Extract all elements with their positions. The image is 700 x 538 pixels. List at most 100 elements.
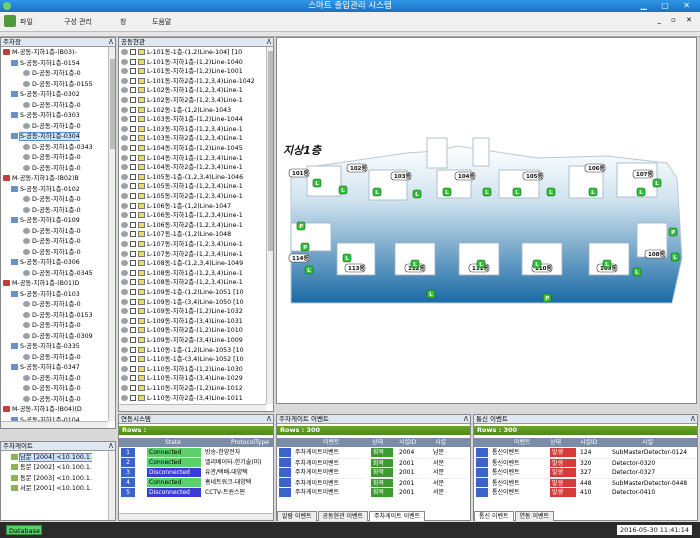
tree-row[interactable]: D-공동-지하1층-0 <box>1 395 81 405</box>
checkbox-icon[interactable] <box>130 269 136 276</box>
menu-help[interactable]: 도움말 <box>152 17 171 27</box>
tree-row[interactable]: D-공동-지하1층-0 <box>1 164 81 174</box>
linkage-row-number[interactable]: 5 <box>121 488 135 497</box>
common-hscrollbar[interactable] <box>119 404 266 411</box>
checkbox-icon[interactable] <box>130 49 136 55</box>
checkbox-icon[interactable] <box>130 308 136 315</box>
common-entrance-row[interactable]: L-110동-1층-(1,2)Line-1053 [10 <box>119 346 244 356</box>
checkbox-icon[interactable] <box>130 241 136 247</box>
tree-row[interactable]: D-공동-지하1층-0 <box>1 227 81 237</box>
common-entrance-row[interactable]: L-110동-지하2층-(1,2)Line-1012 <box>119 384 243 394</box>
event-tab[interactable]: 연동 이벤트 <box>514 511 555 521</box>
checkbox-icon[interactable] <box>130 135 136 142</box>
mdi-controls[interactable]: _ ▫ ✕ <box>657 16 696 24</box>
common-entrance-row[interactable]: L-101동-지하1층-(1,2)Line-1040 <box>119 58 243 68</box>
linkage-row-number[interactable]: 4 <box>121 478 135 487</box>
checkbox-icon[interactable] <box>130 221 136 228</box>
checkbox-icon[interactable] <box>130 365 136 372</box>
checkbox-icon[interactable] <box>130 298 136 305</box>
common-entrance-row[interactable]: L-109동-지하2층-(3,4)Line-1009 <box>119 336 243 346</box>
linkage-row-number[interactable]: 1 <box>121 448 135 457</box>
checkbox-icon[interactable] <box>130 394 136 401</box>
linkage-row-number[interactable]: 3 <box>121 468 135 477</box>
checkbox-icon[interactable] <box>130 154 136 161</box>
common-entrance-row[interactable]: L-102동-지하1층-(1,2,3,4)Line-1 <box>119 86 243 96</box>
tree-row[interactable]: D-공동-지하1층-0 <box>1 374 81 384</box>
tree-row[interactable]: D-공동-지하1층-0 <box>1 195 81 205</box>
tree-row[interactable]: D-공동-지하1층-0 <box>1 122 81 132</box>
common-entrance-row[interactable]: L-103동-지하2층-(1,2,3,4)Line-1 <box>119 134 243 144</box>
event-row-number[interactable] <box>476 488 488 497</box>
tree-row[interactable]: S-공동-지하1층-0154 <box>1 59 80 69</box>
checkbox-icon[interactable] <box>130 375 136 382</box>
floor-map[interactable]: 지상1층 101동 102동 103동 104동 105동 106동 107동 114동 113… <box>276 37 697 404</box>
tree-row[interactable]: S-공동-지하1층-0306 <box>1 258 80 268</box>
gate-row[interactable]: 동문 [2002] <10.100.1. <box>1 463 92 473</box>
common-entrance-row[interactable]: L-109동-지하1층-(1,2)Line-1032 <box>119 307 243 317</box>
common-entrance-row[interactable]: L-102동-지하2층-(1,2,3,4)Line-1 <box>119 96 243 106</box>
tree-row[interactable]: M-공동-지하1층-(B03)- <box>1 48 77 58</box>
checkbox-icon[interactable] <box>130 116 136 123</box>
gate-row[interactable]: 서문 [2001] <10.100.1. <box>1 484 92 494</box>
checkbox-icon[interactable] <box>130 106 136 113</box>
tree-row[interactable]: D-공동-지하1층-0 <box>1 101 81 111</box>
common-entrance-row[interactable]: L-105동-1층-(1,2,3,4)Line-1046 <box>119 173 243 183</box>
linkage-row-number[interactable]: 2 <box>121 458 135 467</box>
checkbox-icon[interactable] <box>130 202 136 209</box>
checkbox-icon[interactable] <box>130 385 136 391</box>
common-entrance-row[interactable]: L-101동-1층-(1,2)Line-104] [10 <box>119 48 242 58</box>
checkbox-icon[interactable] <box>130 164 136 171</box>
common-entrance-row[interactable]: L-108동-지하1층-(1,2,3,4)Line-1 <box>119 269 243 279</box>
common-entrance-row[interactable]: L-104동-지하1층-(1,2,3,4)Line-1 <box>119 154 243 164</box>
gate-row[interactable]: 동문 [2003] <10.100.1. <box>1 474 92 484</box>
checkbox-icon[interactable] <box>130 346 136 353</box>
tree-row[interactable]: S-공동-지하1층-0335 <box>1 342 80 352</box>
common-entrance-row[interactable]: L-109동-1층-(3,4)Line-1050 [10 <box>119 298 244 308</box>
checkbox-icon[interactable] <box>130 212 136 219</box>
common-entrance-row[interactable]: L-106동-지하2층-(1,2,3,4)Line-1 <box>119 221 243 231</box>
checkbox-icon[interactable] <box>130 68 136 75</box>
tree-hscrollbar[interactable] <box>1 421 108 428</box>
checkbox-icon[interactable] <box>130 77 136 84</box>
common-entrance-row[interactable]: L-104동-지하2층-(1,2,3,4)Line-1 <box>119 163 243 173</box>
app-menu-icon[interactable] <box>4 15 16 27</box>
common-entrance-row[interactable]: L-105동-지하2층-(1,2,3,4)Line-1 <box>119 192 243 202</box>
tree-row[interactable]: D-공동-지하1층-0309 <box>1 332 93 342</box>
event-tab[interactable]: 주차게이트 이벤트 <box>369 511 426 521</box>
tree-scrollbar[interactable] <box>108 47 115 421</box>
checkbox-icon[interactable] <box>130 337 136 343</box>
common-entrance-row[interactable]: L-110동-지하1층-(1,2)Line-1030 <box>119 365 243 375</box>
gate-scrollbar[interactable] <box>108 451 115 520</box>
checkbox-icon[interactable] <box>130 327 136 334</box>
checkbox-icon[interactable] <box>130 173 136 180</box>
tree-row[interactable]: D-공동-지하1층-0345 <box>1 269 93 279</box>
linkage-hscrollbar[interactable] <box>119 513 273 520</box>
event-row-number[interactable] <box>476 458 488 467</box>
menu-file[interactable]: 파일 <box>20 17 33 27</box>
common-entrance-row[interactable]: L-107동-1층-(1,2)Line-1048 <box>119 230 231 240</box>
tree-row[interactable]: D-공동-지하1층-0 <box>1 384 81 394</box>
common-entrance-row[interactable]: L-102동-1층-(1,2)Line-1043 <box>119 106 231 116</box>
tree-row[interactable]: D-공동-지하1층-0 <box>1 206 81 216</box>
event-tab[interactable]: 통신 이벤트 <box>474 511 514 521</box>
tree-row[interactable]: S-공동-지하1층-0302 <box>1 90 80 100</box>
menu-config[interactable]: 구성 관리 <box>64 17 92 27</box>
checkbox-icon[interactable] <box>130 193 136 199</box>
common-entrance-row[interactable]: L-107동-지하1층-(1,2,3,4)Line-1 <box>119 240 243 250</box>
checkbox-icon[interactable] <box>130 231 136 238</box>
tree-row[interactable]: D-공동-지하1층-0155 <box>1 80 93 90</box>
common-entrance-row[interactable]: L-110동-1층-(3,4)Line-1052 [10 <box>119 355 244 365</box>
event-row-number[interactable] <box>279 458 291 467</box>
checkbox-icon[interactable] <box>130 145 136 151</box>
tree-row[interactable]: S-공동-지하1층-0109 <box>1 216 80 226</box>
event-row-number[interactable] <box>279 488 291 497</box>
event-row-number[interactable] <box>279 468 291 477</box>
tree-row[interactable]: D-공동-지하1층-0 <box>1 237 81 247</box>
common-entrance-row[interactable]: L-104동-지하1층-(1,2)Line-1045 <box>119 144 243 154</box>
common-entrance-row[interactable]: L-103동-지하1층-(1,2)Line-1044 <box>119 115 243 125</box>
event-row-number[interactable] <box>476 478 488 487</box>
event-row-number[interactable] <box>476 448 488 457</box>
event-tab[interactable]: 알람 이벤트 <box>277 511 317 521</box>
checkbox-icon[interactable] <box>130 260 136 267</box>
common-entrance-row[interactable]: L-101동-지하1층-(1,2)Line-1001 <box>119 67 243 77</box>
